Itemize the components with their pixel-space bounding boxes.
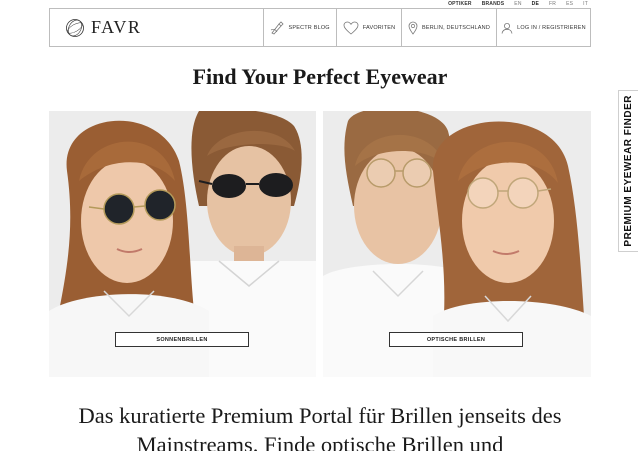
premium-eyewear-finder-tab[interactable]: PREMIUM EYEWEAR FINDER xyxy=(618,90,638,252)
logo-text: FAVR xyxy=(91,17,142,37)
lang-es[interactable]: ES xyxy=(566,1,573,7)
login-label: LOG IN / REGISTRIEREN xyxy=(517,24,586,31)
main-header: FAVR SPECTR BLOG FAVORITEN BERLIN, DEUTS… xyxy=(49,8,591,47)
blog-link[interactable]: SPECTR BLOG xyxy=(263,9,336,46)
optiker-link[interactable]: OPTIKER xyxy=(448,1,472,7)
optical-glasses-button[interactable]: OPTISCHE BRILLEN xyxy=(389,332,523,347)
brush-icon xyxy=(271,20,285,34)
favorites-label: FAVORITEN xyxy=(362,24,396,31)
login-link[interactable]: LOG IN / REGISTRIEREN xyxy=(496,9,590,46)
sunglasses-button[interactable]: SONNENBRILLEN xyxy=(115,332,249,347)
logo[interactable]: FAVR xyxy=(50,9,263,46)
optical-glasses-panel[interactable]: OPTISCHE BRILLEN xyxy=(323,111,591,377)
page-title: Find Your Perfect Eyewear xyxy=(192,64,448,89)
logo-mark-icon xyxy=(66,18,84,37)
side-tab-label: PREMIUM EYEWEAR FINDER xyxy=(623,95,634,247)
heart-icon xyxy=(343,21,359,35)
lang-it[interactable]: IT xyxy=(583,1,588,7)
lang-en[interactable]: EN xyxy=(514,1,521,7)
sunglasses-panel[interactable]: SONNENBRILLEN xyxy=(49,111,316,377)
lang-de[interactable]: DE xyxy=(532,1,539,7)
lang-fr[interactable]: FR xyxy=(549,1,556,7)
blog-label: SPECTR BLOG xyxy=(288,24,330,31)
brands-link[interactable]: BRANDS xyxy=(482,1,505,7)
location-label: BERLIN, DEUTSCHLAND xyxy=(422,24,490,31)
location-selector[interactable]: BERLIN, DEUTSCHLAND xyxy=(401,9,496,46)
top-utility-nav: OPTIKER BRANDS EN DE FR ES IT xyxy=(448,1,588,7)
location-pin-icon xyxy=(408,21,418,35)
user-icon xyxy=(501,22,513,34)
favorites-link[interactable]: FAVORITEN xyxy=(336,9,401,46)
tagline: Das kuratierte Premium Portal für Brille… xyxy=(78,403,562,451)
